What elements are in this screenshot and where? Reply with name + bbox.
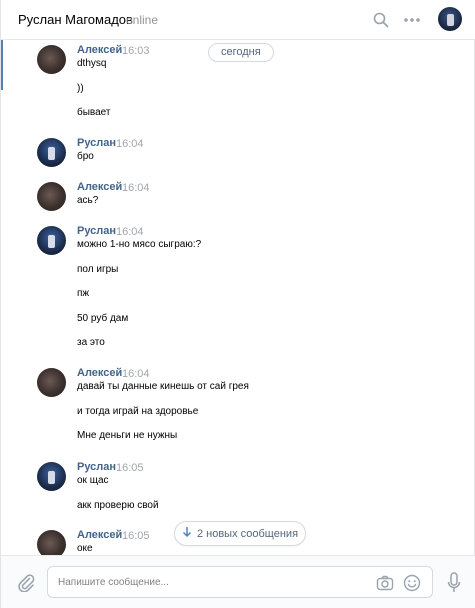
more-icon[interactable]	[402, 10, 422, 30]
message-text: бывает	[77, 107, 111, 118]
message-text: ок щас	[77, 475, 109, 486]
contact-status: online	[126, 13, 159, 27]
smile-icon[interactable]	[403, 574, 421, 592]
attach-icon[interactable]	[16, 572, 36, 593]
author-avatar[interactable]	[37, 138, 66, 167]
message-text: пол игры	[77, 263, 119, 275]
mic-icon[interactable]	[447, 572, 461, 594]
camera-icon[interactable]	[376, 574, 394, 592]
message-time[interactable]: 16:05	[116, 462, 144, 474]
message-input-box[interactable]	[47, 566, 433, 598]
new-messages-button[interactable]: 2 новых сообщения	[174, 521, 306, 546]
message-author[interactable]: Руслан	[77, 461, 116, 473]
message-author[interactable]: Алексей	[77, 181, 122, 193]
new-messages-label: 2 новых сообщения	[196, 527, 299, 540]
search-icon[interactable]	[371, 10, 391, 30]
author-avatar[interactable]	[37, 226, 66, 255]
author-avatar[interactable]	[37, 462, 66, 491]
composer	[1, 555, 475, 608]
arrow-down-icon	[182, 526, 192, 541]
author-avatar[interactable]	[37, 182, 66, 211]
message-text: и тогда играй на здоровье	[77, 405, 199, 417]
message-time[interactable]: 16:04	[122, 182, 150, 194]
author-avatar[interactable]	[37, 45, 66, 74]
contact-avatar[interactable]	[438, 7, 462, 31]
author-avatar[interactable]	[37, 368, 66, 397]
message-author[interactable]: Руслан	[77, 137, 116, 149]
message-author[interactable]: Алексей	[77, 529, 122, 541]
message-time[interactable]: 16:04	[122, 368, 150, 380]
message-author[interactable]: Алексей	[77, 44, 122, 56]
message-author[interactable]: Руслан	[77, 225, 116, 237]
message-text: 50 руб дам	[77, 312, 129, 324]
message-input[interactable]	[58, 574, 358, 591]
message-author[interactable]: Алексей	[77, 367, 122, 379]
message-text: давай ты данные кинешь от сай грея	[77, 381, 249, 392]
message-text: оке	[77, 543, 93, 554]
message-time[interactable]: 16:04	[116, 138, 144, 150]
message-text: ась?	[77, 195, 99, 206]
message-text: акк проверю свой	[77, 499, 159, 511]
message-text: пж	[77, 288, 90, 299]
contact-name[interactable]: Руслан Магомадов	[18, 12, 133, 27]
message-text: Мне деньги не нужны	[77, 430, 178, 441]
message-text: можно 1-но мясо сыграю:?	[77, 239, 202, 250]
date-divider: сегодня	[208, 43, 274, 62]
message-time[interactable]: 16:05	[122, 530, 150, 542]
chat-window: Руслан Магомадов online сегодня Алексей 1…	[0, 0, 475, 608]
message-text: за это	[77, 337, 105, 348]
message-text: dthysq	[77, 58, 107, 69]
selection-indicator	[1, 40, 3, 90]
message-text: бро	[77, 151, 94, 162]
message-time[interactable]: 16:03	[122, 45, 150, 57]
chat-header: Руслан Магомадов online	[1, 0, 475, 40]
message-time[interactable]: 16:04	[116, 226, 144, 238]
message-text: ))	[77, 82, 84, 94]
